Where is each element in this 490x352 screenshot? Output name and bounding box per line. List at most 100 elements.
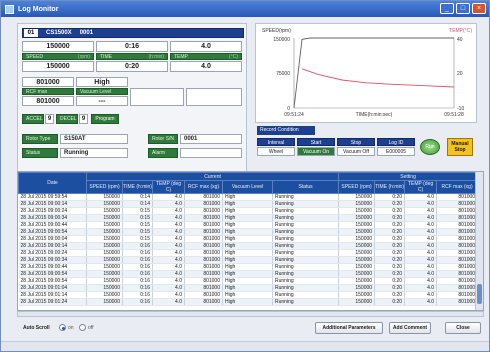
table-row[interactable]: 28 Jul 2015 09:01:24 150000 0:16 4.0 801000 H… — [18, 298, 479, 306]
table-cell: 150000 — [86, 242, 123, 250]
table-cell: 801000 — [184, 256, 223, 264]
temp-series-line — [301, 68, 455, 88]
table-cell: 801000 — [436, 214, 479, 222]
table-row[interactable]: 28 Jul 2015 09:00:24 150000 0:16 4.0 801000 H… — [18, 249, 479, 257]
table-cell: 801000 — [436, 291, 479, 299]
rcf-label: RCF max — [22, 88, 74, 95]
table-row[interactable]: 28 Jul 2015 09:00:54 150000 0:15 4.0 801000 H… — [18, 228, 479, 236]
table-cell: 801000 — [184, 228, 223, 236]
col-header[interactable]: TIME (h:min) — [374, 180, 406, 194]
col-header[interactable]: SPEED (rpm) — [86, 180, 123, 194]
table-row[interactable]: 28 Jul 2015 09:00:54 150000 0:16 4.0 801000 H… — [18, 270, 479, 278]
alarm-label: Alarm — [148, 148, 178, 158]
table-row[interactable]: 28 Jul 2015 09:00:44 150000 0:15 4.0 801000 H… — [18, 221, 479, 229]
setting-group-header: Setting — [338, 172, 479, 181]
add-comment-button[interactable]: Add Comment — [389, 322, 431, 334]
table-cell: 150000 — [86, 291, 123, 299]
table-row[interactable]: 28 Jul 2015 09:01:14 150000 0:16 4.0 801000 H… — [18, 291, 479, 299]
col-header[interactable]: SPEED (rpm) — [338, 180, 376, 194]
table-cell: High — [222, 193, 273, 201]
table-cell: 150000 — [338, 291, 376, 299]
table-cell: High — [222, 214, 273, 222]
time-label: TIME (h:min) — [96, 53, 168, 60]
table-cell: 0:16 — [122, 298, 153, 306]
series-layer — [293, 37, 455, 109]
log-table-container[interactable]: Date Current Setting SPEED (rpm) TIME (h:… — [17, 171, 484, 311]
col-header[interactable]: RCF max (xg) — [436, 180, 479, 194]
table-row[interactable]: 28 Jul 2015 09:01:04 150000 0:16 4.0 801000 H… — [18, 284, 479, 292]
table-cell: 150000 — [338, 214, 376, 222]
time-label-text: TIME — [100, 54, 112, 60]
temp-label: TEMP (°C) — [170, 53, 242, 60]
col-header[interactable]: RCF max (xg) — [184, 180, 223, 194]
maximize-button[interactable]: □ — [456, 3, 470, 14]
stop-value: Vacuum Off — [337, 147, 375, 156]
table-cell: 28 Jul 2015 09:59:54 — [18, 193, 87, 201]
table-cell: Running — [272, 291, 340, 299]
table-horizontal-scrollbar[interactable] — [17, 311, 484, 317]
table-row[interactable]: 28 Jul 2015 09:00:14 150000 0:16 4.0 801000 H… — [18, 242, 479, 250]
table-cell: 28 Jul 2015 09:00:54 — [18, 228, 87, 236]
table-row[interactable]: 28 Jul 2015 09:59:54 150000 0:14 4.0 801000 H… — [18, 193, 479, 201]
table-cell: 150000 — [86, 228, 123, 236]
table-cell: Running — [272, 200, 340, 208]
manual-stop-button[interactable]: Manual Stop — [447, 138, 473, 156]
table-cell: 0:16 — [122, 284, 153, 292]
table-row[interactable]: 28 Jul 2015 09:00:14 150000 0:14 4.0 801000 H… — [18, 200, 479, 208]
vacuum-set-value: High — [76, 77, 128, 87]
col-date-header[interactable]: Date — [18, 172, 87, 194]
time-set-value: 0:16 — [96, 41, 168, 52]
manual-stop-label-2: Stop — [454, 147, 466, 153]
col-header[interactable]: Status — [271, 180, 340, 194]
table-row[interactable]: 28 Jul 2015 09:00:24 150000 0:15 4.0 801000 H… — [18, 207, 479, 215]
auto-scroll-on-radio[interactable] — [59, 324, 66, 331]
col-header[interactable]: TEMP (deg C) — [404, 180, 438, 194]
table-cell: High — [222, 200, 273, 208]
table-row[interactable]: 28 Jul 2015 09:00:04 150000 0:15 4.0 801000 H… — [18, 235, 479, 243]
table-row[interactable]: 28 Jul 2015 09:00:44 150000 0:16 4.0 801000 H… — [18, 263, 479, 271]
table-cell: Running — [272, 284, 340, 292]
close-window-button[interactable]: × — [472, 3, 486, 14]
rotor-sn-value: 0001 — [180, 134, 242, 144]
table-row[interactable]: 28 Jul 2015 09:00:34 150000 0:15 4.0 801000 H… — [18, 214, 479, 222]
col-header[interactable]: Vacuum Level — [222, 180, 273, 194]
start-header: Start — [297, 138, 335, 146]
table-vertical-scrollbar[interactable] — [475, 172, 483, 310]
record-condition-title: Record Condition — [257, 126, 315, 135]
close-button[interactable]: Close — [445, 322, 481, 334]
table-cell: 4.0 — [404, 207, 438, 215]
table-cell: 4.0 — [152, 298, 185, 306]
table-cell: 801000 — [436, 235, 479, 243]
table-cell: 0:16 — [122, 270, 153, 278]
table-cell: 801000 — [436, 263, 479, 271]
y-left-tick-mid: 75000 — [276, 71, 290, 77]
log-id-header: Log ID — [377, 138, 415, 146]
col-header[interactable]: TIME (h:min) — [122, 180, 153, 194]
scroll-thumb[interactable] — [477, 284, 482, 304]
table-cell: High — [222, 221, 273, 229]
additional-parameters-button[interactable]: Additional Parameters — [315, 322, 383, 334]
table-row[interactable]: 28 Jul 2015 09:00:34 150000 0:16 4.0 801000 H… — [18, 256, 479, 264]
table-cell: 150000 — [86, 256, 123, 264]
table-cell: 150000 — [86, 270, 123, 278]
table-cell: High — [222, 270, 273, 278]
rotor-type-value: S150AT — [60, 134, 128, 144]
col-header[interactable]: TEMP (deg C) — [152, 180, 185, 194]
title-bar: Log Monitor _ □ × — [1, 1, 489, 17]
extra-field-2 — [186, 88, 242, 106]
table-cell: Running — [272, 242, 340, 250]
table-cell: 801000 — [184, 221, 223, 229]
table-group-header: Date Current Setting — [18, 172, 479, 194]
table-cell: 4.0 — [404, 270, 438, 278]
table-cell: Running — [272, 228, 340, 236]
table-cell: 4.0 — [404, 221, 438, 229]
table-row[interactable]: 28 Jul 2015 09:00:54 150000 0:16 4.0 801000 H… — [18, 277, 479, 285]
minimize-button[interactable]: _ — [440, 3, 454, 14]
table-cell: 4.0 — [152, 228, 185, 236]
program-button[interactable]: Program — [91, 114, 119, 124]
run-button[interactable]: Run — [420, 139, 440, 155]
y-right-tick-mid: 20 — [457, 71, 463, 77]
x-tick-end: 09:51:28 — [444, 112, 464, 118]
table-cell: 150000 — [338, 277, 376, 285]
auto-scroll-off-radio[interactable] — [79, 324, 86, 331]
